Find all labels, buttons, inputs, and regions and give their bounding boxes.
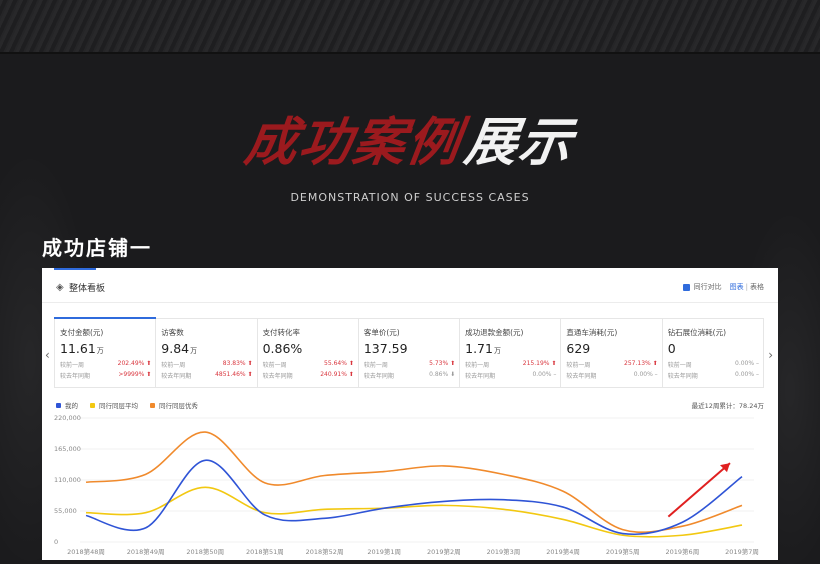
top-texture-band [0, 0, 820, 52]
top-divider [0, 52, 820, 54]
chart-legend: 我的 同行同层平均 同行同层优秀 [56, 400, 210, 410]
kpi-label: 访客数 [161, 328, 184, 337]
panel-title: 整体看板 [69, 284, 106, 294]
layers-icon: ◈ [56, 282, 64, 293]
kpi-card[interactable]: 钻石展位消耗(元) 0 较前一周 0.00% – 较去年同期 0.00% – [663, 319, 763, 387]
hero-title-white: 展示 [461, 111, 578, 173]
kpi-value: 629 [566, 341, 591, 356]
y-tick-label: 0 [54, 538, 58, 546]
kpi-week-compare: 较前一周 257.13% ⬆ [566, 360, 658, 369]
kpi-year-compare: 较去年同期 0.86% ⬇ [363, 371, 456, 380]
kpi-value: 137.59 [363, 341, 408, 356]
view-chart-link[interactable]: 图表 [730, 282, 744, 292]
series-line [85, 459, 743, 535]
y-tick-label: 110,000 [54, 476, 81, 484]
hero-title: 成功案例 展示 [240, 92, 580, 182]
kpi-value: 9.84万 [161, 341, 198, 356]
x-tick-label: 2018第49周 [127, 547, 165, 556]
x-tick-label: 2019第4周 [546, 547, 580, 556]
kpi-card[interactable]: 成功退款金额(元) 1.71万较前一周 215.19% ⬆ 较去年同期 0.00% – [460, 319, 562, 387]
kpi-unit: 万 [190, 347, 198, 355]
kpi-card[interactable]: 支付金额(元) 11.61万较前一周 202.49% ⬆ 较去年同期 >9999% ⬆ [55, 319, 157, 387]
kpi-value: 0.86% [262, 341, 303, 356]
y-tick-label: 220,000 [54, 414, 81, 422]
kpi-card[interactable]: 客单价(元) 137.59 较前一周 5.73% ⬆ 较去年同期 0.86% ⬇ [359, 319, 461, 387]
kpi-label: 支付金额(元) [60, 328, 104, 337]
x-tick-label: 2019第6周 [666, 547, 700, 556]
kpi-year-compare: 较去年同期 0.00% – [566, 371, 658, 380]
kpi-week-compare: 较前一周 0.00% – [667, 360, 759, 369]
y-tick-label: 55,000 [54, 507, 77, 515]
kpi-week-compare: 较前一周 5.73% ⬆ [363, 360, 456, 369]
legend-swatch [150, 402, 155, 408]
kpi-label: 支付转化率 [262, 328, 301, 337]
view-separator: | [745, 283, 748, 291]
trend-arrow [667, 462, 731, 518]
kpi-card[interactable]: 直通车消耗(元) 629 较前一周 257.13% ⬆ 较去年同期 0.00% – [561, 319, 663, 387]
kpi-week-compare: 较前一周 215.19% ⬆ [465, 360, 557, 369]
kpi-year-compare: 较去年同期 240.91% ⬆ [262, 371, 354, 380]
y-tick-label: 165,000 [54, 445, 81, 453]
series-line [85, 486, 743, 538]
x-tick-label: 2018第51周 [246, 547, 284, 556]
legend-swatch [90, 402, 95, 408]
kpi-value: 11.61万 [60, 341, 104, 356]
kpi-week-compare: 较前一周 55.64% ⬆ [262, 360, 354, 369]
kpi-label: 客单价(元) [363, 328, 400, 337]
section-title: 成功店铺一 [42, 236, 152, 260]
compare-checkbox[interactable] [682, 283, 690, 291]
x-tick-label: 2018第50周 [186, 547, 224, 556]
compare-label: 同行对比 [693, 283, 722, 291]
legend-label: 我的 [65, 402, 78, 410]
kpi-unit: 万 [493, 347, 501, 355]
legend-label: 同行同层优秀 [159, 402, 198, 410]
x-tick-label: 2019第3周 [487, 547, 521, 556]
x-tick-label: 2019第5周 [606, 547, 640, 556]
legend-label: 同行同层平均 [99, 402, 138, 410]
view-table-link[interactable]: 表格 [750, 282, 764, 292]
x-tick-label: 2019第7周 [725, 547, 759, 556]
kpi-year-compare: 较去年同期 0.00% – [667, 371, 759, 380]
chevron-right-icon[interactable]: › [768, 348, 773, 362]
kpi-row: 支付金额(元) 11.61万较前一周 202.49% ⬆ 较去年同期 >9999% ⬆ 访… [54, 317, 764, 388]
x-tick-label: 2019第2周 [427, 547, 461, 556]
kpi-label: 直通车消耗(元) [566, 328, 618, 337]
x-tick-label: 2018第48周 [67, 547, 105, 556]
kpi-year-compare: 较去年同期 >9999% ⬆ [60, 371, 152, 380]
legend-item[interactable]: 同行同层优秀 [150, 400, 198, 410]
legend-item[interactable]: 同行同层平均 [90, 400, 138, 410]
panel-controls: 同行对比 图表 | 表格 [682, 282, 764, 292]
dashboard-panel: ◈ 整体看板 同行对比 图表 | 表格 ‹ › 支付金额(元) 11.61万较前一… [42, 268, 778, 560]
kpi-label: 成功退款金额(元) [465, 328, 524, 337]
chevron-left-icon[interactable]: ‹ [45, 348, 50, 362]
hero-title-red: 成功案例 [240, 111, 466, 173]
panel-tab-indicator [54, 268, 96, 270]
kpi-year-compare: 较去年同期 4851.46% ⬆ [161, 371, 253, 380]
header-divider [42, 302, 778, 303]
kpi-value: 0 [667, 341, 676, 356]
x-tick-label: 2018第52周 [306, 547, 344, 556]
series-line [85, 431, 743, 533]
legend-summary: 最近12周累计：78.24万 [691, 402, 764, 410]
kpi-card[interactable]: 支付转化率 0.86% 较前一周 55.64% ⬆ 较去年同期 240.91% ⬆ [258, 319, 359, 387]
kpi-unit: 万 [96, 347, 104, 355]
hero-subtitle: DEMONSTRATION OF SUCCESS CASES [290, 191, 530, 204]
kpi-card[interactable]: 访客数 9.84万较前一周 83.83% ⬆ 较去年同期 4851.46% ⬆ [156, 319, 258, 387]
kpi-label: 钻石展位消耗(元) [667, 328, 727, 337]
kpi-year-compare: 较去年同期 0.00% – [465, 371, 557, 380]
kpi-week-compare: 较前一周 202.49% ⬆ [60, 360, 152, 369]
line-chart: 0 55,000 110,000 165,000 220,000 2018第48周 2018… [54, 414, 759, 556]
panel-header: ◈ 整体看板 同行对比 图表 | 表格 [42, 276, 778, 300]
x-tick-label: 2019第1周 [367, 547, 401, 556]
legend-item[interactable]: 我的 [56, 400, 78, 410]
kpi-value: 1.71万 [465, 341, 501, 356]
legend-swatch [56, 402, 61, 408]
kpi-week-compare: 较前一周 83.83% ⬆ [161, 360, 253, 369]
